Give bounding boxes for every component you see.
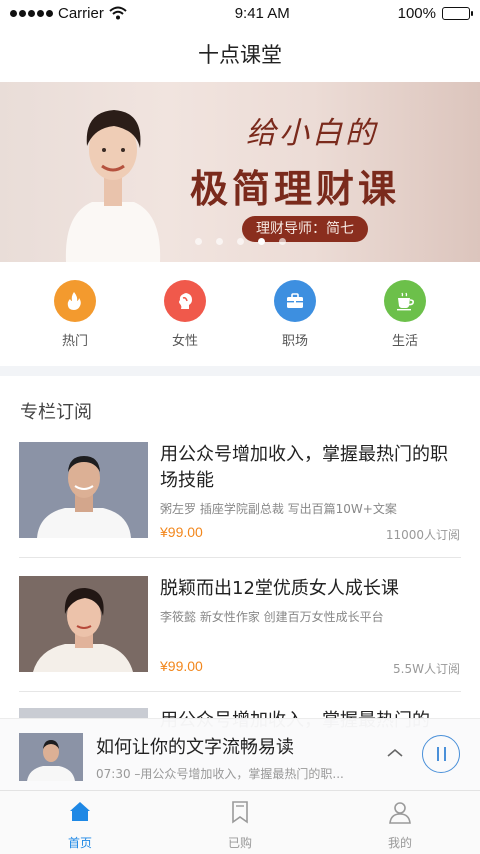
course-thumbnail: [19, 576, 148, 672]
tab-bookmark[interactable]: 已购: [160, 791, 320, 854]
instructor-photo: [65, 110, 161, 262]
course-title: 用公众号增加收入，掌握最热门的职场技能: [160, 444, 448, 491]
player-subtitle: 07:30 –用公众号增加收入，掌握最热门的职...: [96, 767, 344, 781]
category-label: 热门: [61, 334, 88, 349]
pause-button[interactable]: [422, 735, 460, 773]
tab-home[interactable]: 首页: [0, 791, 160, 854]
briefcase-icon: [274, 280, 316, 322]
category-item[interactable]: 生活: [365, 280, 445, 349]
course-subscribers: 5.5W人订阅: [393, 662, 460, 676]
list-divider: [19, 691, 461, 692]
tab-user[interactable]: 我的: [320, 791, 480, 854]
user-icon: [387, 799, 413, 830]
course-subscribers: 11000人订阅: [385, 528, 460, 542]
status-right: 100%: [397, 4, 473, 22]
signal-icon: [10, 9, 53, 17]
course-author: 粥左罗 插座学院副总裁 写出百篇10W+文案: [160, 502, 397, 516]
tab-bar: 首页 已购 我的: [0, 790, 480, 854]
course-author: 李筱懿 新女性作家 创建百万女性成长平台: [160, 610, 384, 624]
section-separator: [0, 366, 480, 376]
coffee-cup-icon: [384, 280, 426, 322]
flame-icon: [54, 280, 96, 322]
course-title: 脱颖而出12堂优质女人成长课: [160, 578, 399, 599]
carousel-dot[interactable]: [257, 238, 265, 245]
category-label: 女性: [171, 334, 198, 349]
player-thumbnail: [19, 733, 83, 781]
carousel-dot[interactable]: [236, 238, 244, 245]
category-grid: 热门 女性 职场 生活: [0, 262, 480, 366]
player-title: 如何让你的文字流畅易读: [96, 737, 294, 758]
category-item[interactable]: 女性: [145, 280, 225, 349]
carousel-indicator[interactable]: [0, 238, 480, 245]
carousel-dot[interactable]: [215, 238, 223, 245]
battery-percent: 100%: [397, 4, 436, 22]
carrier-label: Carrier: [58, 4, 104, 22]
course-item[interactable]: 脱颖而出12堂优质女人成长课 李筱懿 新女性作家 创建百万女性成长平台 ¥99.…: [0, 576, 480, 710]
category-item[interactable]: 热门: [35, 280, 115, 349]
carousel-dot[interactable]: [278, 238, 286, 245]
tab-label: 我的: [387, 836, 412, 850]
chevron-up-icon[interactable]: [384, 745, 406, 761]
course-thumbnail: [19, 442, 148, 538]
banner-headline-main: 极简理财课: [190, 166, 401, 211]
status-time: 9:41 AM: [234, 4, 290, 22]
status-left: Carrier: [10, 5, 127, 22]
course-price: ¥99.00: [160, 658, 203, 674]
status-bar: Carrier 9:41 AM 100%: [0, 0, 480, 26]
list-divider: [19, 557, 461, 558]
nav-bar: 十点课堂: [0, 26, 480, 82]
battery-icon: [441, 6, 473, 20]
bookmark-icon: [227, 799, 253, 830]
carousel-dot[interactable]: [194, 238, 202, 245]
home-icon: [67, 799, 93, 830]
category-label: 生活: [391, 334, 418, 349]
mini-player[interactable]: 如何让你的文字流畅易读 07:30 –用公众号增加收入，掌握最热门的职...: [0, 718, 480, 790]
section-title: 专栏订阅: [20, 402, 92, 423]
category-label: 职场: [281, 334, 308, 349]
promo-banner[interactable]: 给小白的 极简理财课 理财导师：简七: [0, 82, 480, 262]
course-thumbnail: [19, 708, 148, 718]
category-item[interactable]: 职场: [255, 280, 335, 349]
female-profile-icon: [164, 280, 206, 322]
tab-label: 首页: [67, 836, 92, 850]
page-title: 十点课堂: [198, 43, 282, 67]
tab-label: 已购: [227, 836, 252, 850]
wifi-icon: [109, 6, 127, 20]
course-price: ¥99.00: [160, 524, 203, 540]
course-item[interactable]: 用公众号增加收入，掌握最热门的职场技能 粥左罗 插座学院副总裁 写出百篇10W+…: [0, 442, 480, 576]
banner-headline-top: 给小白的: [246, 116, 378, 151]
